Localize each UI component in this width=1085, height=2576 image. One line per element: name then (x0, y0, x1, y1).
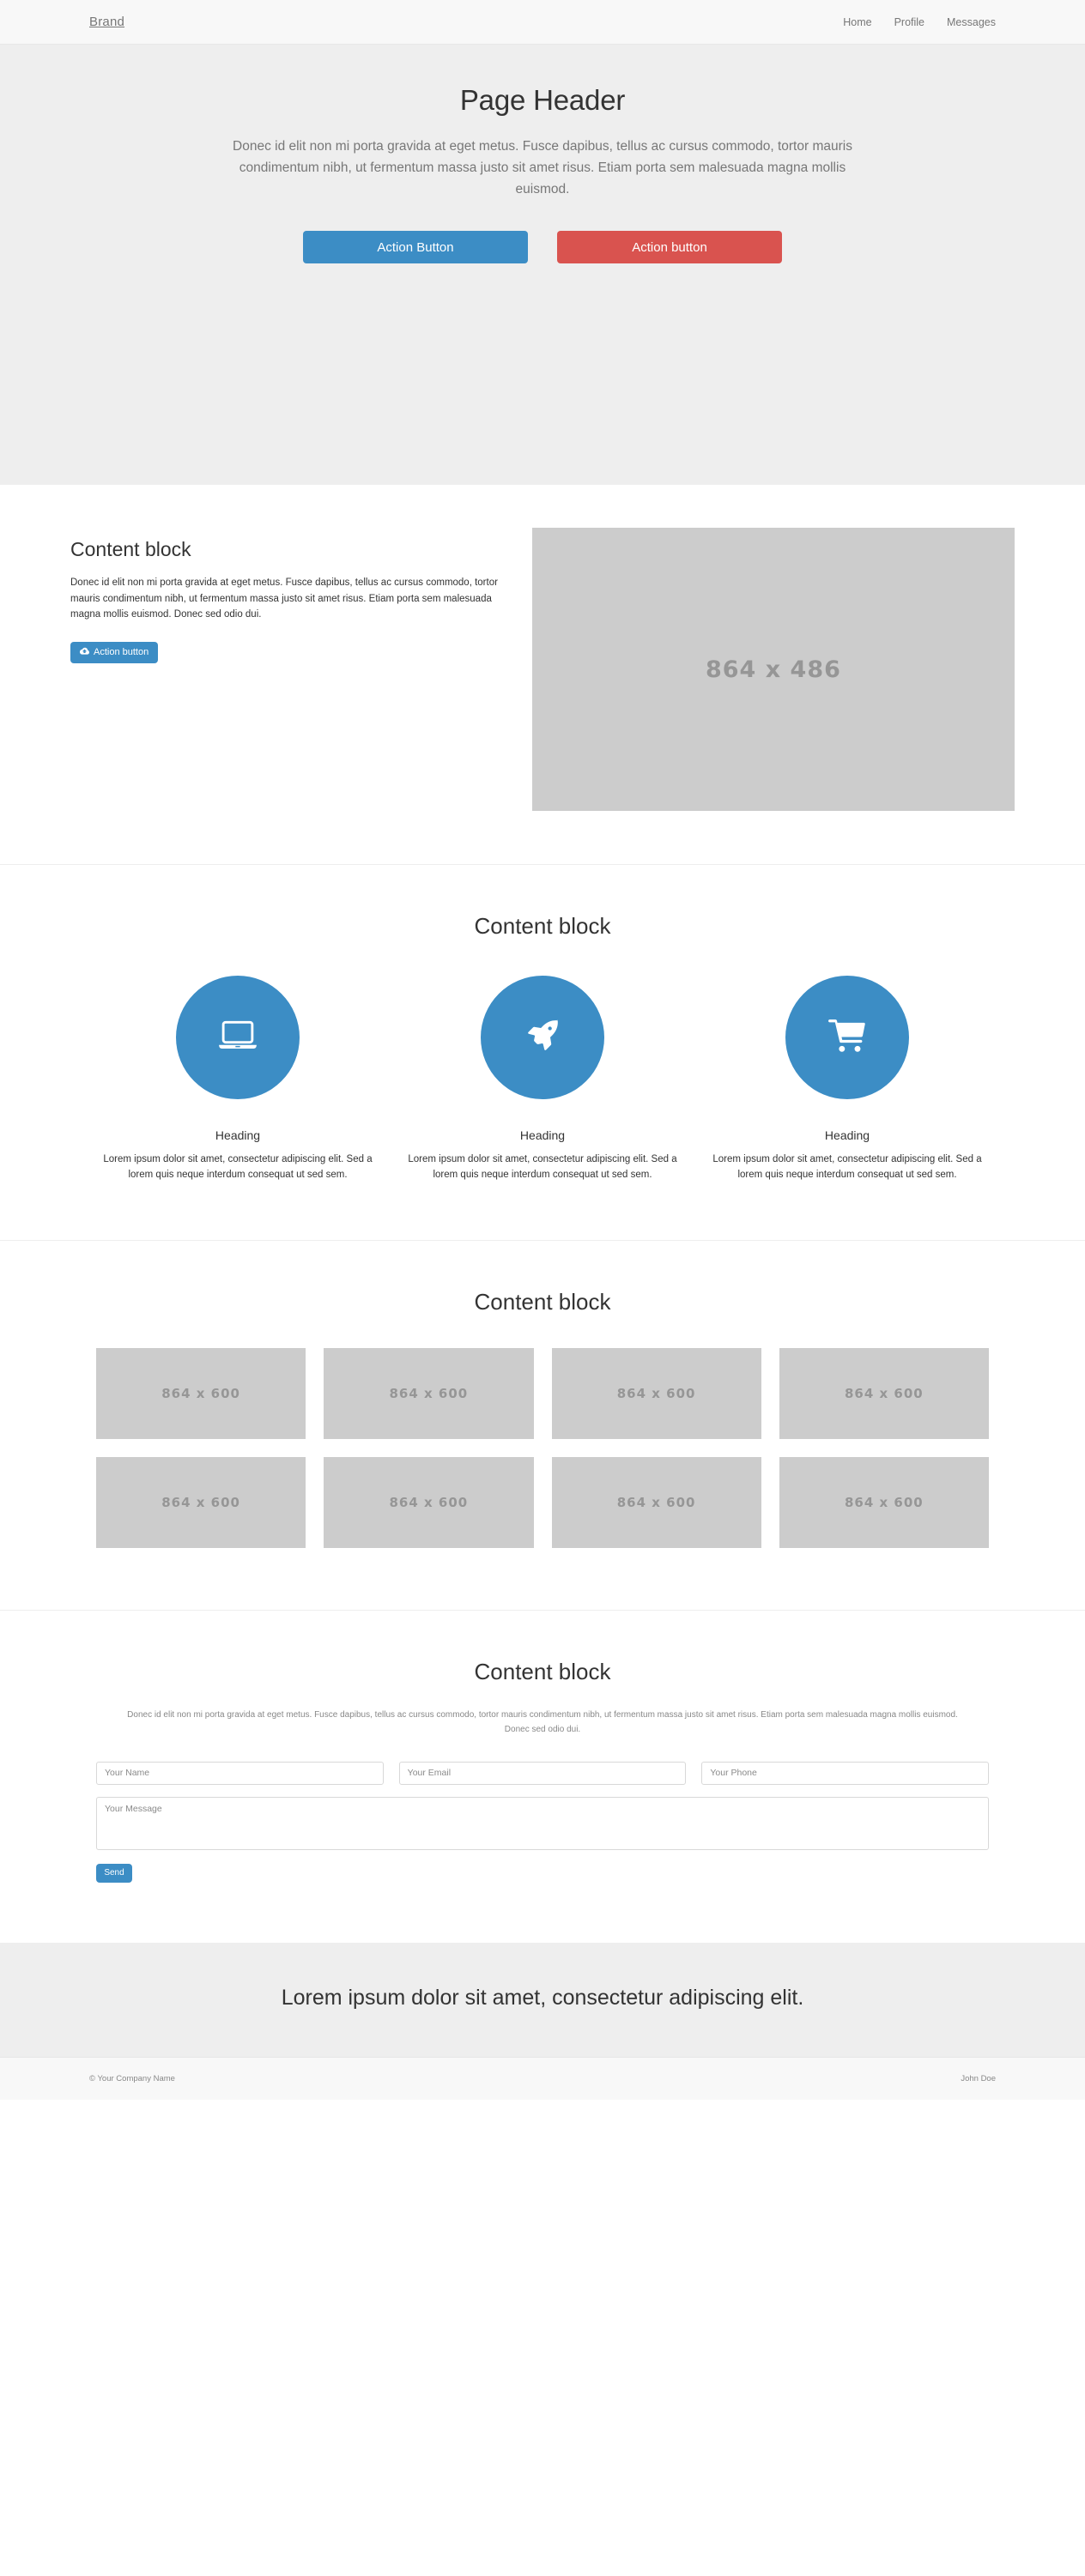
content-block-one-paragraph: Donec id elit non mi porta gravida at eg… (70, 577, 498, 620)
shopping-cart-icon (828, 1019, 866, 1057)
features-section: Content block Heading Lorem ipsum dolor … (0, 864, 1085, 1240)
gallery-section: Content block 864 x 600 864 x 600 864 x … (0, 1239, 1085, 1610)
send-button[interactable]: Send (96, 1863, 132, 1883)
feature-icon-circle (481, 976, 604, 1099)
hero-danger-action-button[interactable]: Action button (557, 231, 782, 264)
feature-heading: Heading (824, 1128, 870, 1142)
gallery-thumbnail[interactable]: 864 x 600 (96, 1347, 306, 1439)
feature-row: Heading Lorem ipsum dolor sit amet, cons… (96, 976, 989, 1183)
phone-input[interactable] (701, 1761, 990, 1785)
content-block-one-action-button[interactable]: Action button (70, 641, 159, 663)
email-input[interactable] (398, 1761, 687, 1785)
nav-link-profile[interactable]: Profile (894, 16, 924, 28)
cta-banner: Lorem ipsum dolor sit amet, consectetur … (0, 1942, 1085, 2057)
feature-icon-circle (176, 976, 300, 1099)
gallery-thumbnail[interactable]: 864 x 600 (324, 1347, 534, 1439)
contact-form-row (96, 1761, 990, 1785)
feature-text: Lorem ipsum dolor sit amet, consectetur … (103, 1154, 373, 1180)
features-title: Content block (474, 913, 611, 939)
contact-section: Content block Donec id elit non mi porta… (0, 1609, 1085, 1943)
hero-description: Donec id elit non mi porta gravida at eg… (233, 139, 852, 197)
features-container: Content block Heading Lorem ipsum dolor … (70, 913, 1015, 1183)
page-title: Page Header (459, 84, 626, 116)
name-input[interactable] (96, 1761, 384, 1785)
gallery-thumbnail[interactable]: 864 x 600 (324, 1456, 534, 1548)
laptop-icon (218, 1020, 258, 1055)
gallery-thumbnail[interactable]: 864 x 600 (779, 1456, 989, 1548)
gallery-container: Content block 864 x 600 864 x 600 864 x … (70, 1289, 1015, 1548)
footer-author: John Doe (961, 2073, 996, 2083)
content-block-one-title: Content block (70, 538, 191, 560)
rocket-icon (525, 1019, 560, 1057)
gallery-thumbnail[interactable]: 864 x 600 (551, 1347, 761, 1439)
contact-lead: Donec id elit non mi porta gravida at eg… (127, 1709, 958, 1735)
navbar: Brand Home Profile Messages (0, 0, 1085, 45)
footer: © Your Company Name John Doe (0, 2056, 1085, 2100)
contact-title: Content block (474, 1658, 611, 1684)
gallery-title: Content block (474, 1288, 611, 1315)
gallery-grid: 864 x 600 864 x 600 864 x 600 864 x 600 … (96, 1347, 989, 1548)
cloud-upload-icon (80, 647, 89, 657)
feature-heading: Heading (519, 1128, 566, 1142)
message-textarea[interactable] (96, 1796, 989, 1850)
feature-icon-circle (785, 976, 909, 1099)
hero-buttons: Action Button Action button (96, 231, 989, 264)
content-block-one-container: Content block Donec id elit non mi porta… (70, 485, 1015, 864)
content-block-one-image-placeholder: 864 x 486 (531, 528, 1015, 811)
gallery-thumbnail[interactable]: 864 x 600 (96, 1456, 306, 1548)
hero-container: Page Header Donec id elit non mi porta g… (70, 84, 1015, 264)
gallery-thumbnail[interactable]: 864 x 600 (779, 1347, 989, 1439)
feature-text: Lorem ipsum dolor sit amet, consectetur … (712, 1154, 982, 1180)
cta-text: Lorem ipsum dolor sit amet, consectetur … (281, 1985, 804, 2010)
contact-container: Content block Donec id elit non mi porta… (70, 1659, 1015, 1883)
footer-copyright: © Your Company Name (89, 2073, 175, 2083)
content-block-one-action-button-label: Action button (94, 647, 149, 658)
content-block-one-section: Content block Donec id elit non mi porta… (0, 484, 1085, 864)
hero-section: Page Header Donec id elit non mi porta g… (0, 45, 1085, 484)
feature-item-laptop: Heading Lorem ipsum dolor sit amet, cons… (96, 976, 379, 1183)
nav-links: Home Profile Messages (843, 16, 996, 28)
footer-inner: © Your Company Name John Doe (70, 2074, 1015, 2083)
gallery-thumbnail[interactable]: 864 x 600 (551, 1456, 761, 1548)
feature-text: Lorem ipsum dolor sit amet, consectetur … (408, 1154, 677, 1180)
brand-link[interactable]: Brand (89, 15, 124, 29)
cta-container: Lorem ipsum dolor sit amet, consectetur … (70, 1986, 1015, 2011)
feature-heading: Heading (215, 1128, 261, 1142)
nav-link-home[interactable]: Home (843, 16, 871, 28)
feature-item-rocket: Heading Lorem ipsum dolor sit amet, cons… (401, 976, 684, 1183)
navbar-inner: Brand Home Profile Messages (70, 15, 1015, 29)
feature-item-cart: Heading Lorem ipsum dolor sit amet, cons… (706, 976, 989, 1183)
content-block-one-text: Content block Donec id elit non mi porta… (70, 528, 503, 663)
hero-primary-action-button[interactable]: Action Button (303, 231, 528, 264)
nav-link-messages[interactable]: Messages (947, 16, 996, 28)
